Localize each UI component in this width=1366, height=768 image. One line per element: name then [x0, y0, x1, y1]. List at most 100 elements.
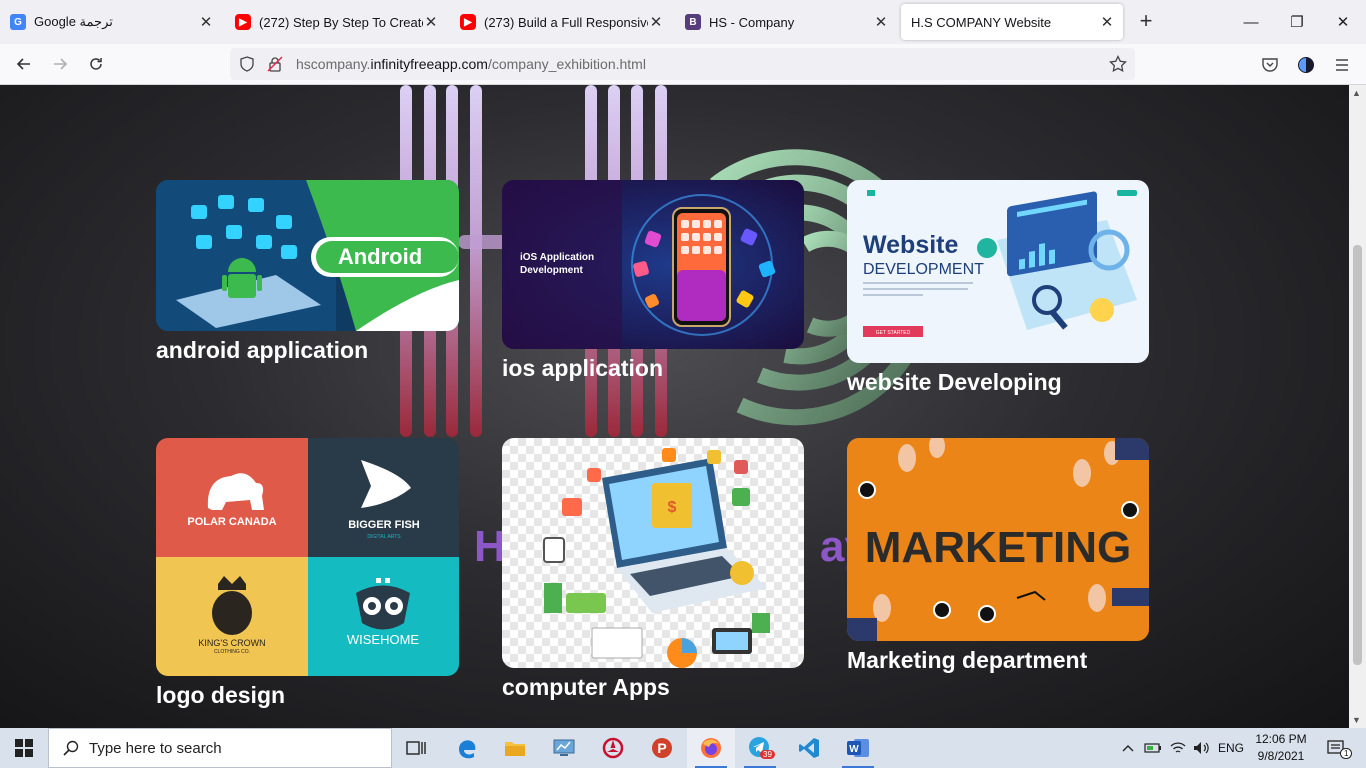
tab-google-translate[interactable]: G Google ترجمة ✕: [0, 0, 222, 44]
app-red-button[interactable]: [589, 728, 637, 768]
card-computer-apps[interactable]: $ computer Apps: [502, 438, 804, 701]
control-panel-button[interactable]: [540, 728, 588, 768]
reload-button[interactable]: [81, 50, 111, 78]
svg-text:Development: Development: [520, 265, 583, 276]
card-caption: ios application: [502, 355, 664, 381]
notifications-button[interactable]: 1: [1318, 728, 1354, 768]
vscode-icon: [799, 738, 819, 758]
bookmark-star-icon[interactable]: [1109, 55, 1127, 73]
tab-youtube-273[interactable]: ▶ (273) Build a Full Responsive La ✕: [450, 0, 672, 44]
taskbar-search[interactable]: Type here to search: [48, 728, 392, 768]
windows-taskbar: Type here to search P 39 W ENG 12:06 PM …: [0, 728, 1366, 768]
computer-image[interactable]: $: [502, 438, 804, 668]
youtube-icon: ▶: [460, 14, 476, 30]
tab-close-icon[interactable]: ✕: [873, 13, 889, 31]
network-button[interactable]: [1167, 728, 1189, 768]
app-p-button[interactable]: P: [638, 728, 686, 768]
tab-hs-company-website[interactable]: H.S COMPANY Website ✕: [901, 4, 1123, 40]
tab-youtube-272[interactable]: ▶ (272) Step By Step To Create Use ✕: [225, 0, 447, 44]
scroll-up-arrow-icon[interactable]: ▲: [1352, 88, 1361, 98]
tab-title: (273) Build a Full Responsive La: [484, 14, 648, 30]
language-indicator[interactable]: ENG: [1214, 728, 1248, 768]
card-android-application[interactable]: Android android application: [156, 180, 459, 364]
android-image-label: Android: [338, 244, 422, 269]
back-button[interactable]: [9, 50, 39, 78]
firefox-icon: [701, 738, 721, 758]
card-caption: android application: [156, 337, 369, 363]
new-tab-button[interactable]: +: [1134, 10, 1158, 34]
app-p-icon: P: [652, 738, 672, 758]
forward-arrow-icon: [54, 58, 68, 70]
marketing-image[interactable]: MARKETING: [847, 438, 1149, 641]
url-bar[interactable]: hscompany.infinityfreeapp.com/company_ex…: [230, 48, 1135, 80]
tab-hs-company[interactable]: B HS - Company ✕: [675, 0, 897, 44]
pocket-icon[interactable]: [1261, 56, 1279, 74]
forward-button[interactable]: [45, 50, 75, 78]
android-image[interactable]: Android: [156, 180, 459, 331]
website-image-subtitle: DEVELOPMENT: [863, 261, 984, 278]
file-explorer-icon: [505, 742, 525, 756]
svg-text:iOS Application: iOS Application: [520, 252, 594, 263]
task-view-button[interactable]: [392, 728, 440, 768]
card-marketing-department[interactable]: MARKETING Marketing department: [847, 438, 1149, 674]
navigation-bar: hscompany.infinityfreeapp.com/company_ex…: [0, 44, 1366, 85]
wifi-icon: [1170, 742, 1186, 753]
edge-button[interactable]: [443, 728, 491, 768]
card-logo-design[interactable]: POLAR CANADA BIGGER FISH DIGITAL ARTS KI…: [156, 438, 459, 709]
battery-button[interactable]: [1142, 728, 1164, 768]
show-hidden-icons-button[interactable]: [1117, 728, 1139, 768]
tab-title: HS - Company: [709, 14, 795, 30]
insecure-lock-icon[interactable]: [267, 56, 283, 72]
tab-strip: G Google ترجمة ✕ ▶ (272) Step By Step To…: [0, 0, 1366, 44]
firefox-button[interactable]: [687, 728, 735, 768]
url-text[interactable]: hscompany.infinityfreeapp.com/company_ex…: [296, 56, 646, 72]
restore-button[interactable]: ❐: [1274, 0, 1320, 44]
word-button[interactable]: W: [834, 728, 882, 768]
scrollbar-thumb[interactable]: [1353, 245, 1362, 665]
tab-close-icon[interactable]: ✕: [1099, 13, 1115, 31]
card-ios-application[interactable]: iOS Application Development ios applicat…: [502, 180, 804, 382]
tab-title: (272) Step By Step To Create Use: [259, 14, 423, 30]
url-host: infinityfreeapp.com: [370, 56, 488, 72]
ios-image[interactable]: iOS Application Development: [502, 180, 804, 349]
logo-kings-crown: KING'S CROWN: [198, 638, 265, 648]
telegram-button[interactable]: 39: [736, 728, 784, 768]
tab-close-icon[interactable]: ✕: [648, 13, 664, 31]
menu-icon[interactable]: [1333, 56, 1351, 74]
logo-image[interactable]: POLAR CANADA BIGGER FISH DIGITAL ARTS KI…: [156, 438, 459, 676]
youtube-icon: ▶: [235, 14, 251, 30]
scroll-down-arrow-icon[interactable]: ▼: [1352, 715, 1361, 725]
tracking-shield-icon[interactable]: [239, 56, 255, 72]
card-website-developing[interactable]: Website DEVELOPMENT GET STARTED website …: [847, 180, 1149, 396]
system-clock[interactable]: 12:06 PM 9/8/2021: [1248, 731, 1314, 765]
file-explorer-button[interactable]: [491, 728, 539, 768]
search-placeholder: Type here to search: [89, 739, 222, 757]
svg-text:W: W: [849, 744, 859, 755]
task-view-icon: [406, 741, 426, 755]
chevron-up-icon: [1122, 745, 1134, 752]
website-image[interactable]: Website DEVELOPMENT GET STARTED: [847, 180, 1149, 363]
clock-date: 9/8/2021: [1257, 749, 1305, 763]
start-button[interactable]: [0, 728, 48, 768]
url-prefix: hscompany.: [296, 56, 371, 72]
volume-button[interactable]: [1190, 728, 1212, 768]
minimize-button[interactable]: —: [1228, 0, 1274, 44]
account-icon[interactable]: [1297, 56, 1315, 74]
vscode-button[interactable]: [785, 728, 833, 768]
tab-title: Google ترجمة: [34, 14, 113, 29]
tab-close-icon[interactable]: ✕: [198, 13, 214, 31]
vertical-scrollbar[interactable]: ▲ ▼: [1349, 85, 1366, 728]
clock-time: 12:06 PM: [1255, 732, 1307, 746]
close-window-button[interactable]: ✕: [1320, 0, 1366, 44]
card-caption: logo design: [156, 682, 286, 708]
tab-close-icon[interactable]: ✕: [423, 13, 439, 31]
logo-polar-canada: POLAR CANADA: [187, 516, 276, 528]
card-caption: computer Apps: [502, 674, 670, 700]
background-watermark-letter: H: [474, 522, 506, 571]
back-arrow-icon: [16, 58, 30, 70]
url-path: /company_exhibition.html: [487, 56, 646, 72]
lion-icon: [212, 591, 252, 635]
bootstrap-icon: B: [685, 14, 701, 30]
screen: G Google ترجمة ✕ ▶ (272) Step By Step To…: [0, 0, 1366, 768]
logo-bigger-fish: BIGGER FISH: [348, 519, 420, 531]
